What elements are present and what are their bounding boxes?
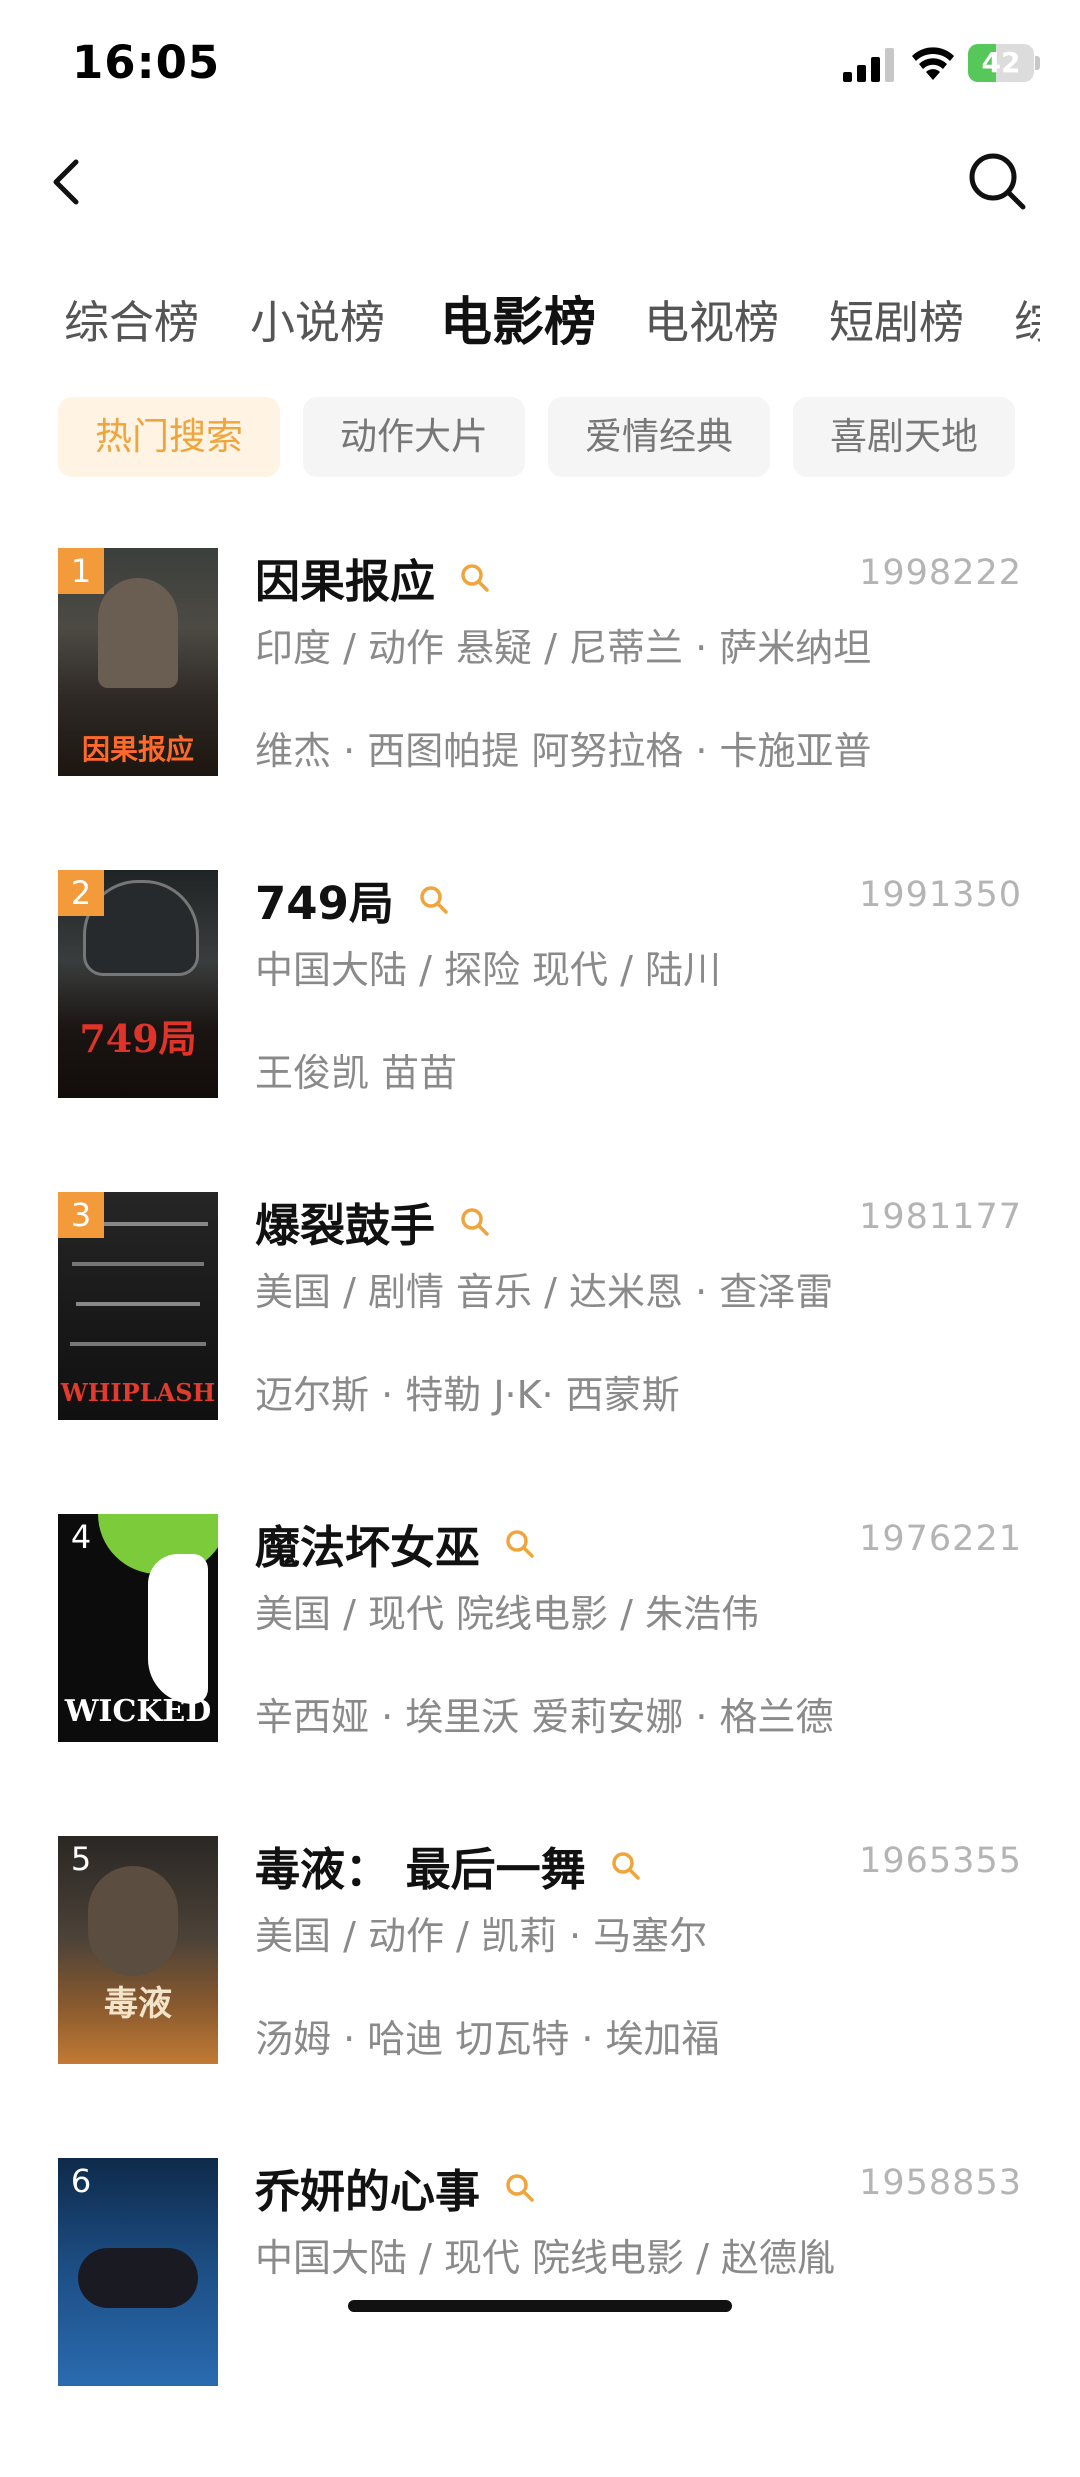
movie-title: 爆裂鼓手 (255, 1199, 436, 1252)
title-row: 毒液： 最后一舞 (255, 1833, 643, 1896)
movie-meta: 中国大陆 / 探险 现代 / 陆川 (255, 948, 722, 992)
tab-tv[interactable]: 电视榜 (644, 285, 779, 361)
rank-badge: 3 (58, 1192, 104, 1238)
list-item[interactable]: WHIPLASH 3 爆裂鼓手 1981177 美国 / 剧情 音乐 / 达米恩… (0, 1189, 1080, 1511)
chip-hot-search[interactable]: 热门搜索 (58, 397, 280, 477)
list-item[interactable]: WICKED 4 魔法坏女巫 1976221 美国 / 现代 院线电影 / 朱浩… (0, 1511, 1080, 1833)
search-icon[interactable] (609, 1849, 643, 1883)
hot-score: 1991350 (859, 875, 1022, 915)
status-time: 16:05 (72, 36, 221, 89)
status-bar: 16:05 42 (0, 0, 1080, 130)
hot-score: 1976221 (859, 1519, 1022, 1559)
rank-badge: 5 (70, 1840, 92, 1878)
poster-title: 毒液 (104, 1984, 172, 2024)
search-icon[interactable] (503, 1527, 537, 1561)
poster-title: 749局 (79, 1016, 197, 1061)
hot-score: 1958853 (859, 2163, 1022, 2203)
title-row: 乔妍的心事 (255, 2155, 537, 2218)
list-item[interactable]: 749局 2 749局 1991350 中国大陆 / 探险 现代 / 陆川 王俊… (0, 867, 1080, 1189)
rank-badge: 6 (70, 2162, 92, 2200)
movie-poster: 749局 2 (58, 870, 218, 1098)
movie-title: 因果报应 (255, 555, 436, 608)
search-icon (969, 153, 1026, 210)
chip-romance[interactable]: 爱情经典 (548, 397, 770, 477)
movie-cast: 王俊凯 苗苗 (255, 1051, 458, 1095)
movie-meta: 美国 / 动作 / 凯莉 · 马塞尔 (255, 1914, 708, 1958)
list-item[interactable]: 毒液 5 毒液： 最后一舞 1965355 美国 / 动作 / 凯莉 · 马塞尔… (0, 1833, 1080, 2155)
rank-badge: 1 (58, 548, 104, 594)
search-icon[interactable] (458, 1205, 492, 1239)
tab-variety[interactable]: 综 (1014, 285, 1040, 361)
hot-score: 1998222 (859, 553, 1022, 593)
rank-badge: 4 (70, 1518, 92, 1556)
movie-title: 749局 (255, 877, 394, 930)
search-icon[interactable] (417, 883, 451, 917)
movie-meta: 印度 / 动作 悬疑 / 尼蒂兰 · 萨米纳坦 (255, 626, 872, 670)
battery-icon: 42 (968, 44, 1040, 82)
movie-cast: 迈尔斯 · 特勒 J·K· 西蒙斯 (255, 1373, 680, 1417)
poster-title: WICKED (64, 1694, 212, 1729)
movie-cast: 汤姆 · 哈迪 切瓦特 · 埃加福 (255, 2017, 720, 2061)
movie-title: 魔法坏女巫 (255, 1521, 481, 1574)
wifi-icon (912, 47, 954, 80)
tab-overall[interactable]: 综合榜 (64, 285, 199, 361)
title-row: 魔法坏女巫 (255, 1511, 537, 1574)
movie-cast: 维杰 · 西图帕提 阿努拉格 · 卡施亚普 (255, 729, 872, 773)
movie-title: 乔妍的心事 (255, 2165, 481, 2218)
movie-meta: 美国 / 剧情 音乐 / 达米恩 · 查泽雷 (255, 1270, 834, 1314)
nav-bar (0, 130, 1080, 240)
filter-chips: 热门搜索 动作大片 爱情经典 喜剧天地 (0, 397, 1080, 477)
tab-novel[interactable]: 小说榜 (250, 285, 385, 361)
movie-meta: 美国 / 现代 院线电影 / 朱浩伟 (255, 1592, 760, 1636)
search-button[interactable] (964, 148, 1030, 214)
movie-cast: 辛西娅 · 埃里沃 爱莉安娜 · 格兰德 (255, 1695, 834, 1739)
back-button[interactable] (42, 152, 94, 212)
chip-action[interactable]: 动作大片 (303, 397, 525, 477)
movie-meta: 中国大陆 / 现代 院线电影 / 赵德胤 (255, 2236, 836, 2280)
movie-poster: 毒液 5 (58, 1836, 218, 2064)
list-item[interactable]: 6 乔妍的心事 1958853 中国大陆 / 现代 院线电影 / 赵德胤 (0, 2155, 1080, 2477)
movie-title: 毒液： 最后一舞 (255, 1843, 586, 1896)
category-tabs: 综合榜 小说榜 电影榜 电视榜 短剧榜 综 (0, 285, 1040, 365)
chip-comedy[interactable]: 喜剧天地 (793, 397, 1015, 477)
movie-poster: 因果报应 1 (58, 548, 218, 776)
cellular-signal-icon (843, 48, 894, 82)
poster-title: WHIPLASH (60, 1378, 216, 1407)
battery-level: 42 (981, 46, 1021, 79)
movie-poster: WICKED 4 (58, 1514, 218, 1742)
search-icon[interactable] (503, 2171, 537, 2205)
hot-score: 1981177 (859, 1197, 1022, 1237)
list-item[interactable]: 因果报应 1 因果报应 1998222 印度 / 动作 悬疑 / 尼蒂兰 · 萨… (0, 545, 1080, 867)
movie-poster: 6 (58, 2158, 218, 2386)
poster-title: 因果报应 (81, 733, 194, 766)
movie-poster: WHIPLASH 3 (58, 1192, 218, 1420)
title-row: 749局 (255, 867, 451, 930)
chevron-left-icon (53, 159, 79, 205)
search-icon[interactable] (458, 561, 492, 595)
tab-movie[interactable]: 电影榜 (440, 285, 596, 361)
tab-short-drama[interactable]: 短剧榜 (829, 285, 964, 361)
title-row: 因果报应 (255, 545, 492, 608)
hot-score: 1965355 (859, 1841, 1022, 1881)
rank-badge: 2 (58, 870, 104, 916)
title-row: 爆裂鼓手 (255, 1189, 492, 1252)
home-indicator[interactable] (348, 2300, 732, 2312)
